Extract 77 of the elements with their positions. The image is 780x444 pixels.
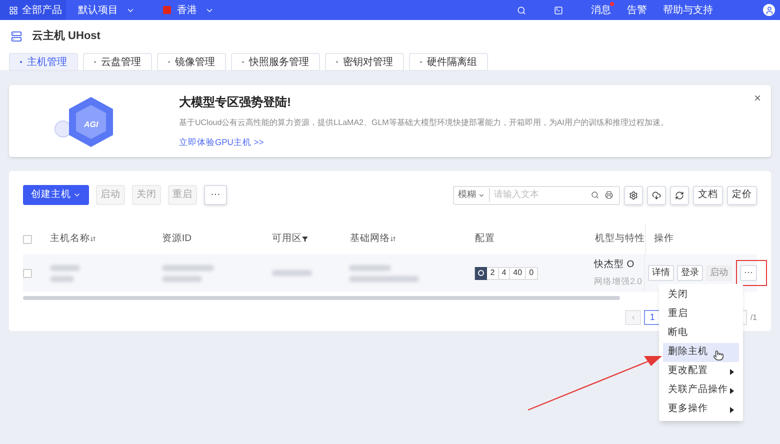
config-value: 40 [509, 267, 526, 279]
banner-link[interactable]: 立即体验GPU主机 >> [179, 136, 668, 149]
column-header: 可用区 [272, 232, 302, 246]
products-menu[interactable]: 全部产品 [0, 0, 66, 20]
chevron-down-icon [478, 192, 485, 198]
page-title: 云主机 UHost [32, 28, 100, 44]
menu-item[interactable]: 更改配置 [663, 362, 739, 381]
region-dropdown[interactable]: 香港 [177, 2, 214, 18]
banner-title: 大模型专区强势登陆! [179, 94, 292, 111]
submenu-caret-icon [730, 388, 734, 394]
tab[interactable]: 镜像管理 [157, 53, 226, 71]
search-mode-dropdown[interactable]: 模糊 [454, 188, 490, 202]
menu-item[interactable]: 断电 [663, 324, 739, 343]
blurred-text [349, 264, 392, 270]
blurred-text [162, 264, 214, 270]
machine-feature: 网络增强2.0 [594, 275, 643, 288]
tab[interactable]: 主机管理 [9, 53, 78, 71]
column-header: 基础网络 [350, 232, 390, 246]
config-value: 2 [489, 267, 496, 279]
cloud-icon[interactable] [647, 186, 666, 204]
grid-icon [9, 6, 18, 14]
topbar-link[interactable]: 帮助与支持 [663, 2, 713, 18]
banner-text: 基于UCloud公有云高性能的算力资源，提供LLaMA2、GLM等基础大模型环境快捷部署能力，开箱即用，为AI用户的训练和推理过程加速。 [179, 117, 668, 129]
region-flag-icon [163, 6, 171, 14]
sort-icon[interactable] [390, 236, 396, 242]
machine-type: 快杰型 O [594, 258, 636, 272]
checkbox[interactable] [23, 268, 32, 278]
config-value: 4 [498, 267, 510, 279]
toolbar-button[interactable]: 定价 [727, 186, 757, 204]
menu-item[interactable]: 删除主机 [663, 343, 739, 362]
menu-item[interactable]: 更多操作 [663, 400, 739, 419]
action-button[interactable]: 登录 [677, 265, 703, 281]
close-button[interactable]: × [754, 89, 761, 107]
settings-icon[interactable] [624, 186, 643, 204]
action-button[interactable]: 详情 [648, 265, 674, 281]
logo-text: AGI [84, 119, 98, 131]
menu-item[interactable]: 关闭 [663, 286, 739, 305]
tab[interactable]: 密钥对管理 [325, 53, 404, 71]
toolbar-button[interactable]: 创建主机 [23, 185, 89, 205]
checkbox[interactable] [23, 234, 32, 244]
menu-item[interactable]: 关联产品操作 [663, 381, 739, 400]
avatar-icon[interactable] [763, 4, 775, 16]
blurred-text [272, 270, 312, 276]
blurred-text [349, 276, 420, 282]
tab[interactable]: 快照服务管理 [231, 53, 320, 71]
host-icon [11, 31, 22, 42]
column-header: 机型与特性 [595, 232, 645, 246]
project-dropdown[interactable]: 默认项目 [78, 2, 135, 18]
search-input[interactable]: 请输入文本 [490, 188, 591, 202]
submenu-caret-icon [730, 406, 734, 412]
refresh-icon[interactable] [670, 186, 689, 204]
chevron-down-icon [73, 191, 81, 199]
column-header: 操作 [654, 232, 674, 246]
blurred-text [50, 264, 80, 270]
cursor-icon [713, 350, 724, 361]
blurred-text [162, 276, 202, 282]
search-icon[interactable] [591, 191, 599, 199]
column-header: 配置 [475, 232, 495, 246]
page-total: /1 [750, 312, 757, 324]
more-button[interactable]: ··· [204, 185, 227, 205]
toolbar-button[interactable]: 文档 [693, 186, 723, 204]
blurred-text [50, 276, 74, 282]
terminal-icon[interactable] [554, 6, 563, 14]
topbar-link[interactable]: 消息 [591, 2, 611, 18]
tab[interactable]: 硬件隔离组 [409, 53, 488, 71]
menu-item[interactable]: 重启 [663, 305, 739, 324]
column-header: 主机名称 [50, 232, 90, 246]
config-value: 0 [525, 267, 537, 279]
search-field[interactable]: 模糊 请输入文本 [453, 186, 620, 204]
printer-icon[interactable] [605, 191, 613, 199]
more-button[interactable]: ··· [740, 265, 757, 281]
tab[interactable]: 云盘管理 [83, 53, 152, 71]
submenu-caret-icon [730, 368, 734, 374]
topbar-link[interactable]: 告警 [627, 2, 647, 18]
column-header: 资源ID [162, 232, 192, 246]
sort-icon[interactable] [90, 236, 96, 242]
filter-icon[interactable] [302, 236, 308, 242]
